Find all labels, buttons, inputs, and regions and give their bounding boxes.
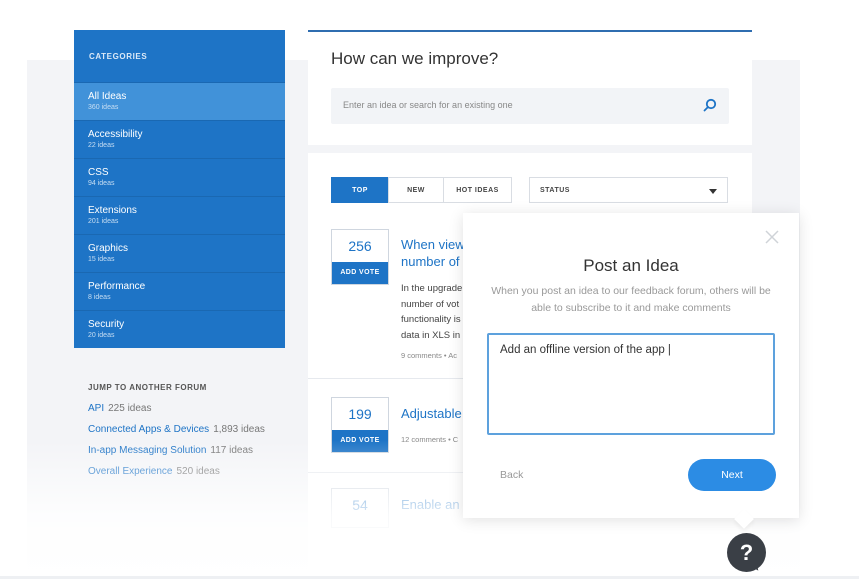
idea-textarea[interactable]: Add an offline version of the app | [487,333,775,435]
add-vote-button[interactable]: ADD VOTE [332,262,388,284]
sidebar-item-count: 8 ideas [88,294,111,301]
sidebar-item-security[interactable]: Security 20 ideas [74,310,285,348]
sidebar-item-extensions[interactable]: Extensions 201 ideas [74,196,285,234]
vote-count: 256 [348,238,372,254]
sidebar-item-label: All Ideas [88,91,127,102]
categories-sidebar: CATEGORIES All Ideas 360 ideas Accessibi… [74,30,285,348]
forum-link-api[interactable]: API 225 ideas [88,403,152,414]
idea-title-line: When view [401,237,465,252]
next-button[interactable]: Next [688,459,776,491]
sidebar-item-count: 94 ideas [88,180,115,187]
tab-top[interactable]: TOP [331,177,389,203]
idea-description-line: number of vot [401,298,460,310]
back-button[interactable]: Back [500,469,523,481]
sidebar-item-count: 201 ideas [88,218,119,225]
forum-link-count: 117 ideas [210,445,254,456]
sidebar-item-count: 360 ideas [88,104,119,111]
sort-tabs: TOP NEW HOT IDEAS [331,177,512,203]
vote-box: 199 ADD VOTE [331,397,389,453]
jump-forum-title: JUMP TO ANOTHER FORUM [88,383,207,392]
vote-count: 54 [352,497,368,513]
forum-link-overall-experience[interactable]: Overall Experience 520 ideas [88,466,220,477]
tab-hot-ideas[interactable]: HOT IDEAS [443,177,512,203]
forum-link-label: In-app Messaging Solution [88,445,207,456]
close-icon[interactable] [765,230,779,244]
sidebar-item-performance[interactable]: Performance 8 ideas [74,272,285,310]
status-dropdown[interactable]: STATUS [529,177,728,203]
page-title: How can we improve? [331,49,499,68]
idea-description-line: In the upgrade [401,283,463,294]
sidebar-item-all-ideas[interactable]: All Ideas 360 ideas [74,82,285,120]
idea-description: In the upgrade number of vot functionali… [401,281,462,343]
chevron-down-icon [709,189,717,194]
search-placeholder: Enter an idea or search for an existing … [343,100,513,110]
forum-link-label: Connected Apps & Devices [88,424,210,435]
modal-subtitle: When you post an idea to our feedback fo… [491,285,771,314]
idea-title[interactable]: Adjustable [401,405,462,422]
status-label: STATUS [540,187,570,194]
tab-new[interactable]: NEW [388,177,444,203]
idea-meta[interactable]: 12 comments • C [401,435,458,444]
vote-count: 199 [348,406,372,422]
idea-meta[interactable]: 9 comments • Ac [401,351,457,360]
sidebar-item-accessibility[interactable]: Accessibility 22 ideas [74,120,285,158]
sidebar-title: CATEGORIES [89,52,148,61]
idea-description-line: functionality is [401,314,461,325]
forum-link-in-app-messaging[interactable]: In-app Messaging Solution 117 ideas [88,445,253,456]
forum-link-count: 1,893 ideas [213,424,265,435]
sidebar-item-label: CSS [88,167,109,178]
sidebar-item-graphics[interactable]: Graphics 15 ideas [74,234,285,272]
sidebar-item-label: Graphics [88,243,129,254]
add-vote-button[interactable]: ADD VOTE [332,430,388,452]
forum-link-count: 520 ideas [176,466,220,477]
help-button[interactable]: ? [727,533,766,572]
forum-link-connected-apps[interactable]: Connected Apps & Devices 1,893 ideas [88,424,265,435]
forum-link-count: 225 ideas [108,403,152,414]
search-input[interactable]: Enter an idea or search for an existing … [331,88,729,124]
forum-link-label: API [88,403,105,414]
search-icon[interactable] [703,98,717,112]
post-idea-modal: Post an Idea When you post an idea to ou… [463,213,799,518]
idea-title[interactable]: When view number of [401,236,465,270]
sidebar-item-count: 15 ideas [88,256,115,263]
idea-description-line: data in XLS in [401,329,461,341]
vote-box: 54 [331,488,389,528]
sidebar-item-label: Performance [88,281,146,292]
sidebar-item-count: 20 ideas [88,332,115,339]
sidebar-item-label: Extensions [88,205,137,216]
idea-title[interactable]: Enable an [401,496,460,513]
vote-box: 256 ADD VOTE [331,229,389,285]
forum-link-label: Overall Experience [88,466,173,477]
sidebar-item-label: Accessibility [88,129,143,140]
modal-title: Post an Idea [583,256,679,275]
idea-title-line: number of [401,254,460,269]
sidebar-item-count: 22 ideas [88,142,115,149]
sidebar-item-label: Security [88,319,125,330]
sidebar-item-css[interactable]: CSS 94 ideas [74,158,285,196]
